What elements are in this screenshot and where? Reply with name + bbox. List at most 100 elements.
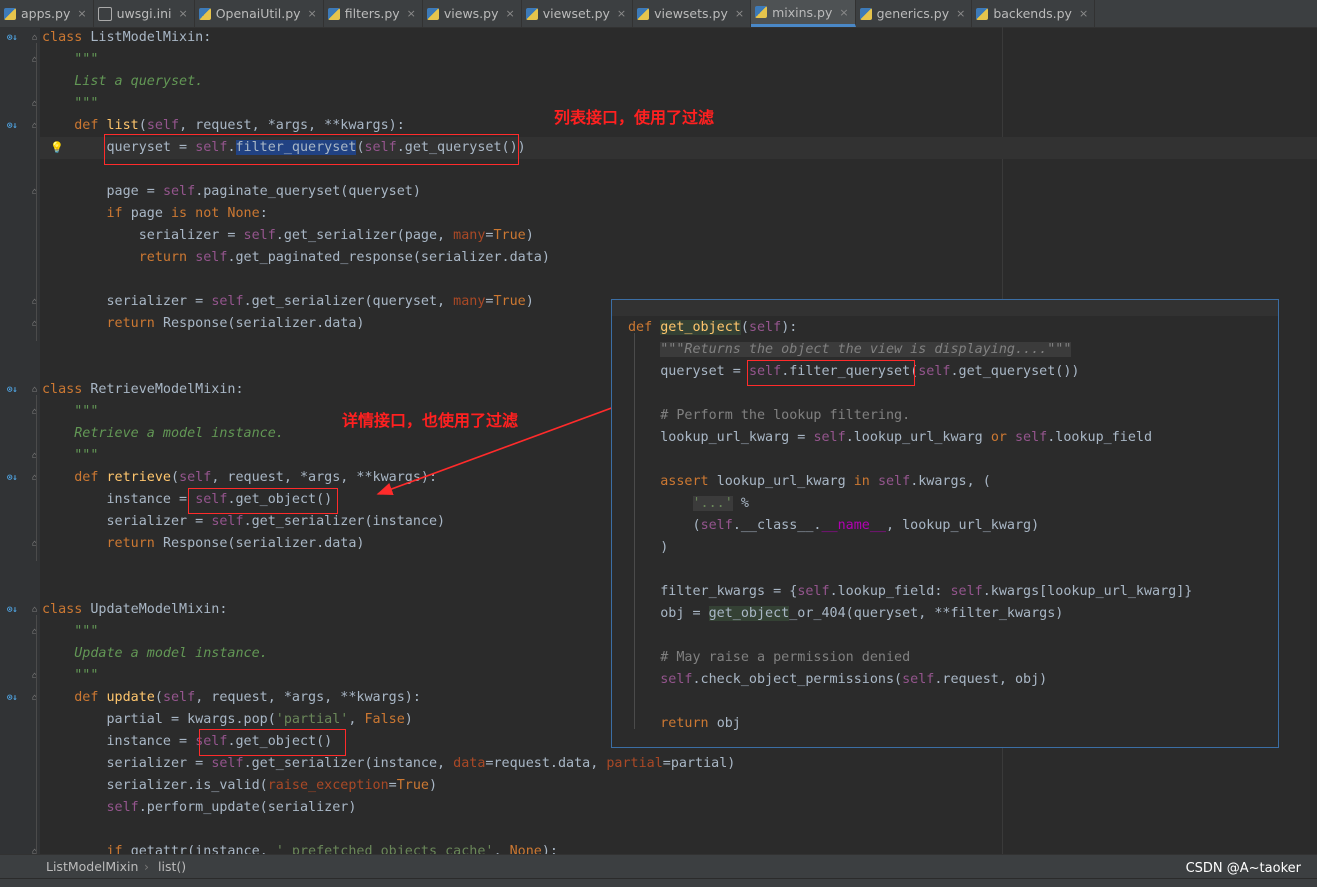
- close-icon[interactable]: ×: [179, 7, 188, 20]
- code-line: Update a model instance.: [74, 646, 268, 661]
- highlight-box-get-object-retrieve: [188, 488, 338, 514]
- override-marker-icon[interactable]: ⊙↓: [7, 603, 21, 617]
- code-line: List a queryset.: [74, 74, 204, 89]
- close-icon[interactable]: ×: [1079, 7, 1088, 20]
- python-file-icon: [525, 7, 538, 20]
- fold-guide: [36, 395, 37, 561]
- quick-definition-popup[interactable]: def get_object(self): """Returns the obj…: [611, 299, 1279, 748]
- tab-label: mixins.py: [772, 4, 833, 20]
- code-line: '...' %: [692, 496, 749, 511]
- close-icon[interactable]: ×: [839, 6, 848, 19]
- python-file-icon: [859, 7, 872, 20]
- annotation-detail-note: 详情接口，也使用了过滤: [342, 411, 519, 430]
- close-icon[interactable]: ×: [308, 7, 317, 20]
- tab-filters-py[interactable]: filters.py ×: [324, 0, 423, 27]
- tab-apps-py[interactable]: apps.py ×: [0, 0, 94, 27]
- line-gutter: [0, 27, 40, 854]
- tab-label: viewsets.py: [654, 6, 728, 21]
- code-line: serializer = self.get_serializer(instanc…: [42, 514, 446, 529]
- code-line: obj = get_object_or_404(queryset, **filt…: [628, 606, 1064, 621]
- code-line: class ListModelMixin:: [42, 30, 212, 45]
- fold-guide: [36, 615, 37, 854]
- override-marker-icon[interactable]: ⊙↓: [7, 31, 21, 45]
- breadcrumb-bar: ListModelMixin › list(): [0, 854, 1317, 879]
- tab-viewsets-py[interactable]: viewsets.py ×: [633, 0, 752, 27]
- code-line: """: [74, 52, 99, 67]
- tab-label: backends.py: [993, 6, 1072, 21]
- code-line: return Response(serializer.data): [106, 536, 365, 551]
- code-line: """: [74, 96, 99, 111]
- code-line: partial = kwargs.pop('partial', False): [42, 712, 413, 727]
- override-marker-icon[interactable]: ⊙↓: [7, 471, 21, 485]
- python-file-icon: [426, 7, 439, 20]
- watermark: CSDN @A~taoker: [1185, 861, 1301, 876]
- fold-marker-icon[interactable]: ⌂: [32, 34, 40, 43]
- code-line: def update(self, request, *args, **kwarg…: [74, 690, 421, 705]
- code-line: class RetrieveModelMixin:: [42, 382, 244, 397]
- override-marker-icon[interactable]: ⊙↓: [7, 691, 21, 705]
- code-line: """: [74, 668, 99, 683]
- code-line: """: [74, 448, 99, 463]
- highlight-box-get-object-update: [199, 729, 346, 756]
- python-file-icon: [327, 7, 340, 20]
- close-icon[interactable]: ×: [77, 7, 86, 20]
- tab-label: generics.py: [876, 6, 950, 21]
- annotation-list-note: 列表接口，使用了过滤: [554, 108, 715, 127]
- close-icon[interactable]: ×: [407, 7, 416, 20]
- override-marker-icon[interactable]: ⊙↓: [7, 383, 21, 397]
- fold-marker-icon[interactable]: ⌂: [32, 386, 40, 395]
- code-line: assert lookup_url_kwarg in self.kwargs, …: [660, 474, 991, 489]
- editor-tab-bar: apps.py × uwsgi.ini × OpenaiUtil.py × filters.…: [0, 0, 1317, 28]
- close-icon[interactable]: ×: [617, 7, 626, 20]
- code-line: """Returns the object the view is displa…: [660, 342, 1072, 357]
- code-line: (self.__class__.__name__, lookup_url_kwa…: [628, 518, 1040, 533]
- code-line: # May raise a permission denied: [660, 650, 911, 665]
- code-line: return obj: [660, 716, 741, 731]
- ini-file-icon: [97, 6, 112, 21]
- code-line: page = self.paginate_queryset(queryset): [42, 184, 421, 199]
- python-file-icon: [198, 7, 211, 20]
- python-file-icon: [755, 6, 768, 18]
- breadcrumb-method[interactable]: list(): [158, 855, 186, 879]
- close-icon[interactable]: ×: [735, 7, 744, 20]
- tab-openaiutil-py[interactable]: OpenaiUtil.py ×: [195, 0, 324, 27]
- tab-label: OpenaiUtil.py: [215, 6, 301, 21]
- tab-viewset-py[interactable]: viewset.py ×: [522, 0, 634, 27]
- tab-mixins-py[interactable]: mixins.py ×: [751, 0, 856, 27]
- code-line: def get_object(self):: [628, 320, 798, 335]
- close-icon[interactable]: ×: [506, 7, 515, 20]
- fold-marker-icon[interactable]: ⌂: [32, 606, 40, 615]
- tab-label: viewset.py: [542, 6, 610, 21]
- popup-top-strip: [612, 300, 1278, 316]
- tab-label: uwsgi.ini: [116, 6, 172, 21]
- python-file-icon: [976, 7, 989, 20]
- code-line: serializer = self.get_serializer(instanc…: [42, 756, 736, 771]
- code-line: class UpdateModelMixin:: [42, 602, 228, 617]
- code-line: return self.get_paginated_response(seria…: [138, 250, 550, 265]
- python-file-icon: [637, 7, 650, 20]
- breadcrumb-separator-icon: ›: [144, 859, 149, 874]
- code-line: lookup_url_kwarg = self.lookup_url_kwarg…: [628, 430, 1153, 445]
- code-editor[interactable]: class ListModelMixin: """ List a queryse…: [0, 27, 1317, 854]
- tab-generics-py[interactable]: generics.py ×: [856, 0, 973, 27]
- code-line: serializer = self.get_serializer(queryse…: [42, 294, 534, 309]
- override-marker-icon[interactable]: ⊙↓: [7, 119, 21, 133]
- close-icon[interactable]: ×: [956, 7, 965, 20]
- highlight-box-popup-filter-queryset: [747, 360, 915, 386]
- tab-backends-py[interactable]: backends.py ×: [972, 0, 1096, 27]
- lightbulb-icon[interactable]: 💡: [50, 141, 64, 155]
- breadcrumb-class[interactable]: ListModelMixin: [46, 855, 138, 879]
- code-line: def retrieve(self, request, *args, **kwa…: [74, 470, 438, 485]
- code-line: # Perform the lookup filtering.: [660, 408, 911, 423]
- code-line: if getattr(instance, '_prefetched_object…: [106, 844, 558, 854]
- tab-uwsgi-ini[interactable]: uwsgi.ini ×: [94, 0, 195, 27]
- tab-label: filters.py: [344, 6, 400, 21]
- tab-views-py[interactable]: views.py ×: [423, 0, 522, 27]
- tab-label: apps.py: [21, 6, 71, 21]
- code-line: if page is not None:: [106, 206, 268, 221]
- code-line: Retrieve a model instance.: [74, 426, 284, 441]
- python-file-icon: [4, 7, 16, 20]
- code-line: self.perform_update(serializer): [106, 800, 357, 815]
- fold-guide: [36, 43, 37, 341]
- code-line: serializer = self.get_serializer(page, m…: [42, 228, 534, 243]
